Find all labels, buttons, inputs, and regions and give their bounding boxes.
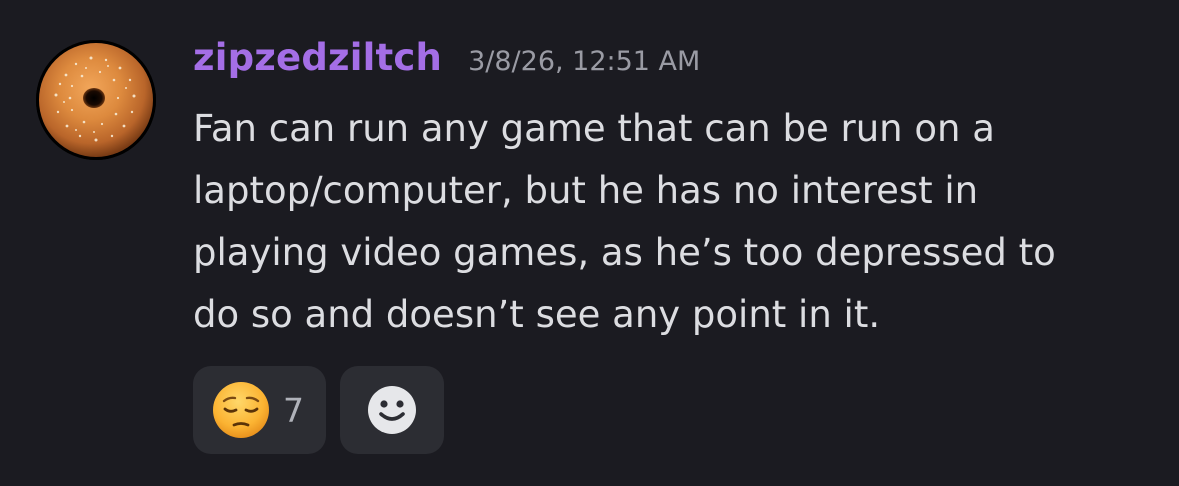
chat-message: zipzedziltch 3/8/26, 12:51 AM Fan can ru… xyxy=(0,0,1179,486)
smiley-add-reaction-icon xyxy=(368,386,416,434)
message-header: zipzedziltch 3/8/26, 12:51 AM xyxy=(193,36,700,79)
message-line: playing video games, as he’s too depress… xyxy=(193,231,1056,274)
reaction-pensive[interactable]: 7 xyxy=(193,366,326,454)
avatar[interactable] xyxy=(36,40,156,160)
add-reaction-button[interactable] xyxy=(340,366,444,454)
message-content: Fan can run any game that can be run on … xyxy=(193,98,1153,346)
message-line: do so and doesn’t see any point in it. xyxy=(193,293,881,336)
message-line: laptop/computer, but he has no interest … xyxy=(193,169,979,212)
message-line: Fan can run any game that can be run on … xyxy=(193,107,995,150)
pensive-face-emoji-icon xyxy=(213,382,269,438)
timestamp[interactable]: 3/8/26, 12:51 AM xyxy=(468,46,700,77)
reaction-count: 7 xyxy=(283,390,304,430)
reaction-bar: 7 xyxy=(193,366,444,454)
username[interactable]: zipzedziltch xyxy=(193,36,442,79)
bagel-avatar-icon xyxy=(36,40,156,160)
